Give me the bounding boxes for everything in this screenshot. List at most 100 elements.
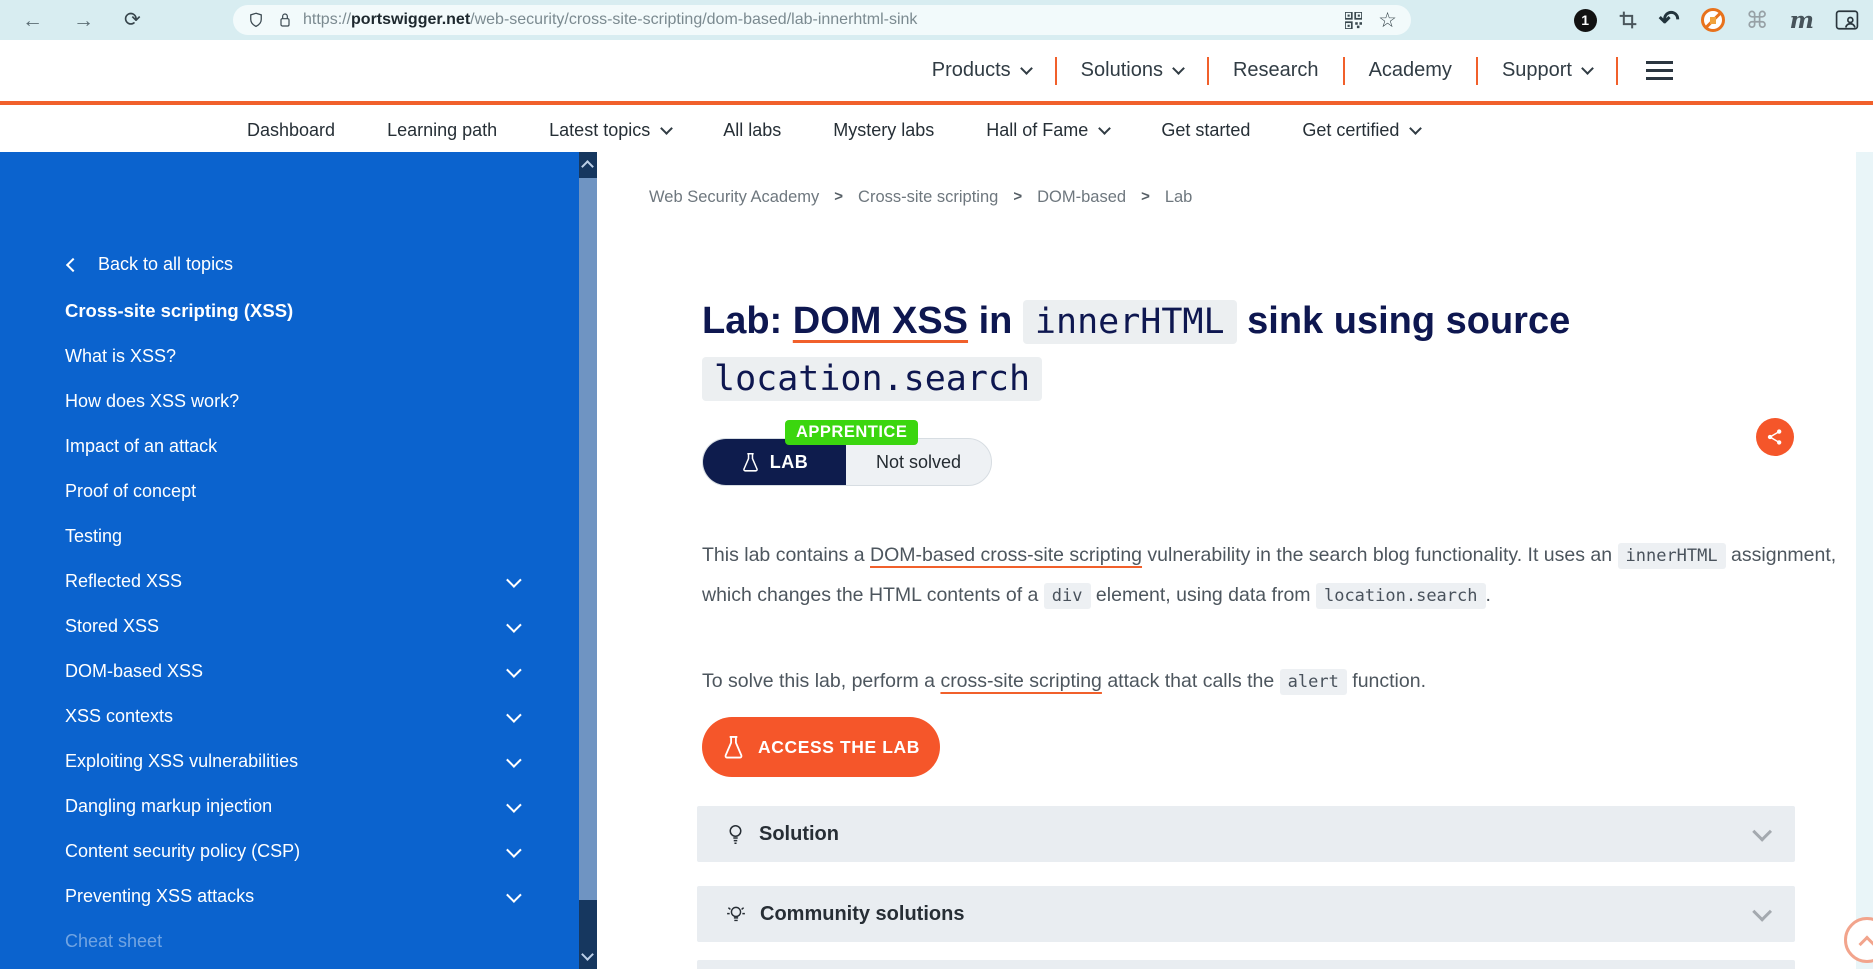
inline-code: alert	[1280, 669, 1347, 695]
page-scrollbar-track[interactable]	[1856, 152, 1873, 969]
nav-divider	[1616, 57, 1618, 85]
extension-icons: 1 ↶ ⌘ m	[1574, 0, 1859, 40]
primary-nav: Products Solutions Research Academy Supp…	[0, 40, 1873, 105]
browser-forward-icon[interactable]: →	[73, 10, 94, 31]
status-badge: Not solved	[846, 439, 991, 485]
scrollbar-up-icon[interactable]	[581, 160, 594, 173]
screenshot-crop-icon[interactable]	[1618, 10, 1638, 30]
breadcrumb-separator: >	[1013, 188, 1022, 207]
chevron-down-icon	[1098, 122, 1111, 135]
topic-sidebar: Back to all topics Cross-site scripting …	[0, 152, 579, 969]
sidebar-item-exploiting-xss[interactable]: Exploiting XSS vulnerabilities	[65, 739, 520, 784]
academy-nav-dashboard[interactable]: Dashboard	[247, 120, 335, 141]
nav-research[interactable]: Research	[1209, 59, 1343, 82]
lock-icon	[277, 11, 293, 29]
sidebar-scrollbar[interactable]	[579, 152, 597, 969]
bookmark-star-icon[interactable]: ☆	[1378, 10, 1397, 31]
sidebar-item-proof-of-concept[interactable]: Proof of concept	[65, 469, 520, 514]
sidebar-item-dom-based-xss[interactable]: DOM-based XSS	[65, 649, 520, 694]
breadcrumb-cross-site-scripting[interactable]: Cross-site scripting	[858, 188, 998, 207]
lab-description: This lab contains a DOM-based cross-site…	[702, 536, 1856, 616]
chevron-down-icon[interactable]	[506, 842, 522, 858]
share-button[interactable]	[1756, 418, 1794, 456]
command-extension-icon[interactable]: ⌘	[1746, 9, 1769, 32]
academy-nav-latest-topics[interactable]: Latest topics	[549, 120, 671, 141]
lightbulb-icon	[725, 823, 746, 846]
breadcrumb-web-security-academy[interactable]: Web Security Academy	[649, 188, 819, 207]
lightbulb-rays-icon	[725, 903, 747, 926]
sidebar-item-preventing-xss[interactable]: Preventing XSS attacks	[65, 874, 520, 919]
sidebar-item-testing[interactable]: Testing	[65, 514, 520, 559]
address-bar[interactable]: https://portswigger.net/web-security/cro…	[233, 5, 1411, 35]
sidebar-item-csp[interactable]: Content security policy (CSP)	[65, 829, 520, 874]
page-title: Lab: DOM XSS in innerHTML sink using sou…	[702, 293, 1712, 405]
academy-nav-hall-of-fame[interactable]: Hall of Fame	[986, 120, 1109, 141]
hamburger-menu-icon[interactable]	[1646, 61, 1673, 80]
chevron-down-icon[interactable]	[506, 572, 522, 588]
difficulty-badge: APPRENTICE	[785, 420, 918, 445]
breadcrumb: Web Security Academy > Cross-site script…	[649, 188, 1192, 207]
nav-products[interactable]: Products	[908, 59, 1055, 82]
shield-icon[interactable]	[247, 11, 265, 29]
qr-code-icon[interactable]	[1345, 12, 1362, 29]
chevron-down-icon[interactable]	[506, 617, 522, 633]
chevron-down-icon[interactable]	[506, 662, 522, 678]
solution-accordion[interactable]: Solution	[697, 806, 1795, 862]
inline-code: div	[1044, 583, 1091, 609]
academy-nav-all-labs[interactable]: All labs	[723, 120, 781, 141]
chevron-left-icon	[66, 257, 80, 271]
chevron-down-icon	[1020, 62, 1033, 75]
sidebar-item-how-does-xss-work[interactable]: How does XSS work?	[65, 379, 520, 424]
chevron-down-icon[interactable]	[506, 707, 522, 723]
lab-tag: LAB	[703, 439, 846, 485]
sidebar-item-impact-of-an-attack[interactable]: Impact of an attack	[65, 424, 520, 469]
cross-site-scripting-link[interactable]: cross-site scripting	[940, 670, 1101, 692]
innerhtml-code: innerHTML	[1023, 300, 1237, 344]
nav-solutions[interactable]: Solutions	[1057, 59, 1207, 82]
chevron-down-icon	[1172, 62, 1185, 75]
next-accordion-partial[interactable]	[697, 960, 1795, 969]
flask-icon	[741, 452, 760, 473]
access-the-lab-button[interactable]: ACCESS THE LAB	[702, 717, 940, 777]
undo-arrow-icon[interactable]: ↶	[1659, 8, 1680, 33]
community-solutions-accordion[interactable]: Community solutions	[697, 886, 1795, 942]
chevron-down-icon[interactable]	[506, 752, 522, 768]
scrollbar-down-icon[interactable]	[581, 948, 594, 961]
sidebar-item-what-is-xss[interactable]: What is XSS?	[65, 334, 520, 379]
lab-goal: To solve this lab, perform a cross-site …	[702, 662, 1856, 702]
back-to-all-topics-link[interactable]: Back to all topics	[68, 254, 233, 275]
nav-support[interactable]: Support	[1478, 59, 1616, 82]
dom-xss-link[interactable]: DOM XSS	[793, 300, 968, 342]
sidebar-item-xss-contexts[interactable]: XSS contexts	[65, 694, 520, 739]
url-text[interactable]: https://portswigger.net/web-security/cro…	[303, 11, 917, 29]
chevron-down-icon[interactable]	[506, 797, 522, 813]
flask-icon	[722, 735, 745, 760]
sidebar-topic-list: What is XSS? How does XSS work? Impact o…	[65, 334, 520, 964]
browser-reload-icon[interactable]: ⟳	[124, 10, 141, 30]
sidebar-item-dangling-markup[interactable]: Dangling markup injection	[65, 784, 520, 829]
scrollbar-thumb[interactable]	[579, 178, 597, 900]
sidebar-item-reflected-xss[interactable]: Reflected XSS	[65, 559, 520, 604]
inline-code: location.search	[1316, 583, 1486, 609]
m-extension-icon[interactable]: m	[1790, 9, 1814, 32]
browser-profile-icon[interactable]	[1835, 10, 1859, 30]
academy-nav-mystery-labs[interactable]: Mystery labs	[833, 120, 934, 141]
location-search-code: location.search	[702, 357, 1042, 401]
academy-nav-get-certified[interactable]: Get certified	[1302, 120, 1420, 141]
sidebar-item-cheat-sheet[interactable]: Cheat sheet	[65, 919, 520, 964]
dom-based-xss-link[interactable]: DOM-based cross-site scripting	[870, 544, 1142, 566]
nav-academy[interactable]: Academy	[1345, 59, 1476, 82]
adblocker-icon[interactable]	[1701, 8, 1725, 32]
academy-nav-learning-path[interactable]: Learning path	[387, 120, 497, 141]
sidebar-item-stored-xss[interactable]: Stored XSS	[65, 604, 520, 649]
breadcrumb-dom-based[interactable]: DOM-based	[1037, 188, 1126, 207]
extension-badge-icon[interactable]: 1	[1574, 9, 1597, 32]
breadcrumb-separator: >	[834, 188, 843, 207]
academy-nav: Dashboard Learning path Latest topics Al…	[0, 109, 1873, 152]
lab-status-widget: LAB Not solved	[702, 438, 992, 486]
academy-nav-get-started[interactable]: Get started	[1161, 120, 1250, 141]
browser-back-icon[interactable]: ←	[22, 10, 43, 31]
chevron-down-icon[interactable]	[506, 887, 522, 903]
chevron-down-icon	[660, 122, 673, 135]
sidebar-topic-heading: Cross-site scripting (XSS)	[65, 300, 293, 322]
